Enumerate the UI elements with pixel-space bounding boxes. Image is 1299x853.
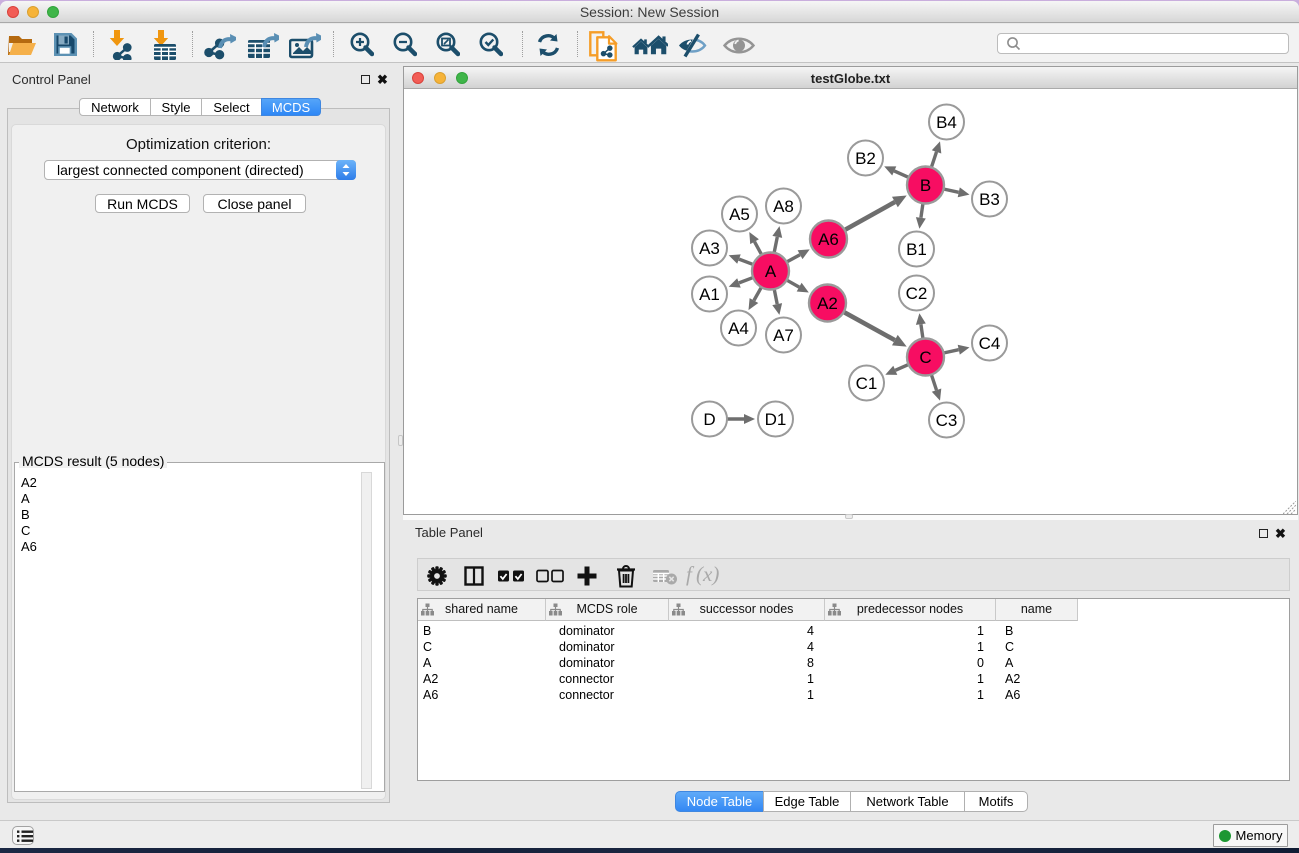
svg-text:C3: C3	[936, 411, 958, 430]
svg-text:B2: B2	[855, 149, 876, 168]
svg-text:C2: C2	[906, 284, 928, 303]
svg-text:A2: A2	[817, 294, 838, 313]
svg-text:A1: A1	[699, 285, 720, 304]
svg-text:C: C	[919, 348, 931, 367]
svg-text:C4: C4	[979, 334, 1001, 353]
svg-text:A4: A4	[728, 319, 749, 338]
svg-text:B4: B4	[936, 113, 957, 132]
svg-text:D: D	[703, 410, 715, 429]
svg-text:B1: B1	[906, 240, 927, 259]
svg-text:D1: D1	[765, 410, 787, 429]
svg-text:A3: A3	[699, 239, 720, 258]
svg-text:C1: C1	[856, 374, 878, 393]
svg-text:A8: A8	[773, 197, 794, 216]
svg-text:B: B	[920, 176, 931, 195]
svg-text:A6: A6	[818, 230, 839, 249]
svg-text:B3: B3	[979, 190, 1000, 209]
svg-text:A5: A5	[729, 205, 750, 224]
svg-text:A7: A7	[773, 326, 794, 345]
svg-text:A: A	[765, 262, 777, 281]
